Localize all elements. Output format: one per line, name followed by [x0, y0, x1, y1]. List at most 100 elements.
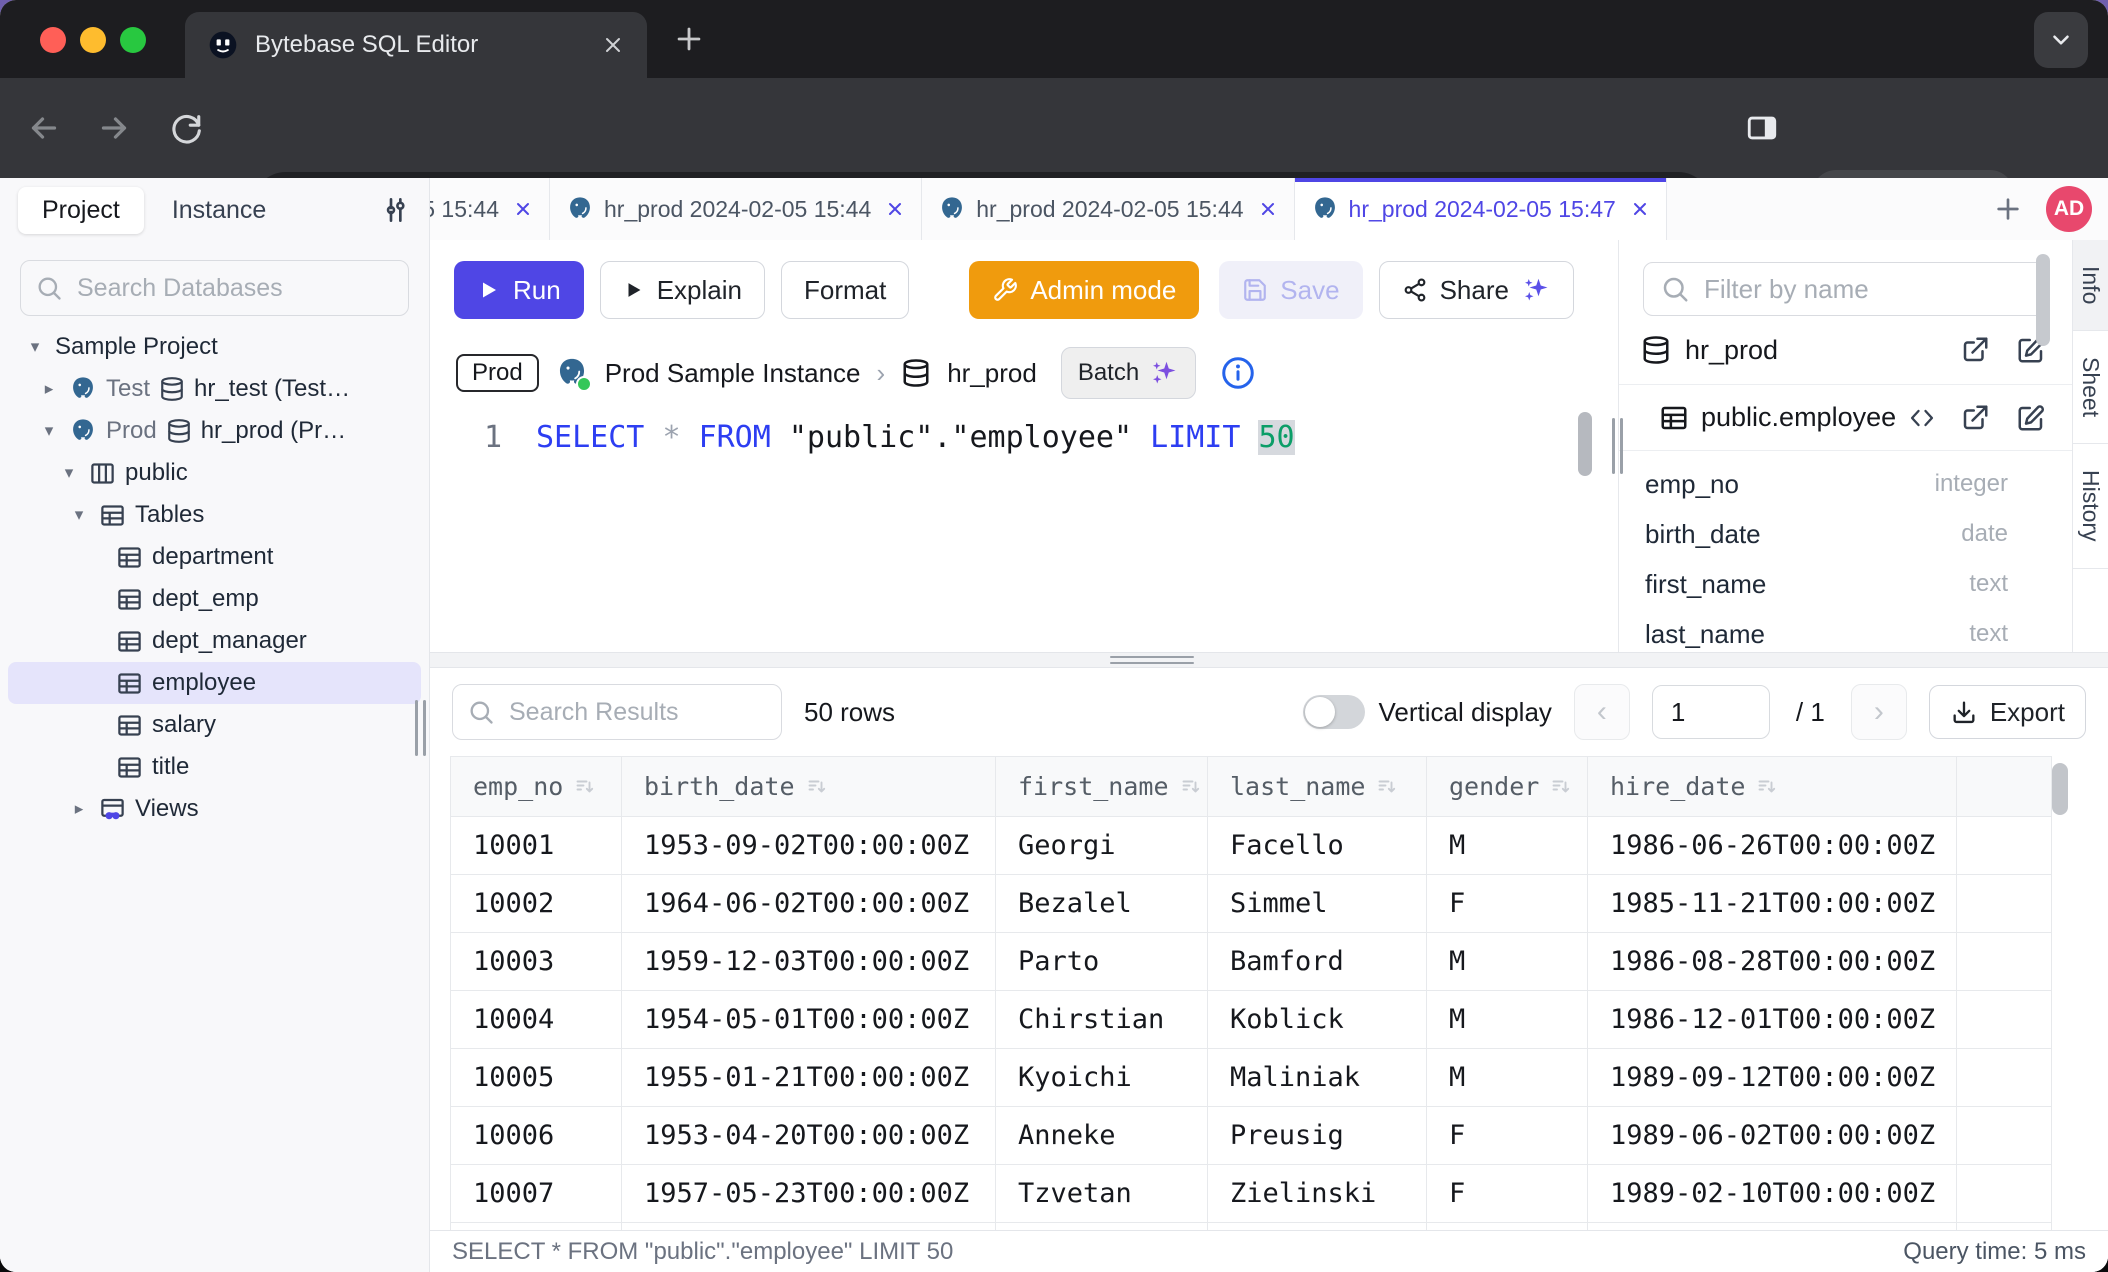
results-scrollbar[interactable] — [2052, 763, 2068, 815]
sort-icon[interactable] — [573, 775, 597, 799]
column-header-emp_no[interactable]: emp_no — [451, 757, 622, 817]
new-browser-tab-icon[interactable] — [672, 22, 706, 56]
sidebar-resize-handle[interactable] — [415, 700, 426, 756]
connection-info-icon[interactable] — [1220, 355, 1256, 391]
tree-item-title[interactable]: title — [8, 746, 421, 788]
sort-icon[interactable] — [1179, 775, 1203, 799]
sort-icon[interactable] — [1375, 775, 1399, 799]
page-input[interactable] — [1652, 685, 1770, 739]
batch-button[interactable]: Batch — [1061, 347, 1196, 399]
rail-tab-history[interactable]: History — [2073, 444, 2108, 569]
prev-page-button[interactable]: ‹ — [1574, 684, 1630, 740]
chevron-down-icon[interactable]: ▾ — [38, 421, 60, 441]
tree-item-department[interactable]: department — [8, 536, 421, 578]
admin-mode-button[interactable]: Admin mode — [969, 261, 1199, 319]
editor-tab[interactable]: hr_prod 2024-02-05 15:47 — [1295, 178, 1667, 240]
rail-tab-sheet[interactable]: Sheet — [2073, 331, 2108, 444]
table-row[interactable]: 100021964-06-02T00:00:00ZBezalelSimmelF1… — [451, 875, 2052, 933]
run-button[interactable]: Run — [454, 261, 584, 319]
side-panel-icon[interactable] — [1736, 102, 1788, 154]
new-query-tab-icon[interactable] — [1978, 193, 2038, 225]
tab-instance[interactable]: Instance — [172, 196, 267, 225]
sort-icon[interactable] — [1755, 775, 1779, 799]
forward-button[interactable] — [88, 102, 140, 154]
column-header-gender[interactable]: gender — [1427, 757, 1588, 817]
table-row[interactable]: 100061953-04-20T00:00:00ZAnnekePreusigF1… — [451, 1107, 2052, 1165]
browser-tab[interactable]: Bytebase SQL Editor — [185, 12, 647, 78]
column-header-first_name[interactable]: first_name — [996, 757, 1208, 817]
close-icon[interactable] — [885, 199, 905, 219]
tree-item-employee[interactable]: employee — [8, 662, 421, 704]
sidebar-settings-icon[interactable] — [379, 194, 411, 226]
editor-tab[interactable]: hr_prod 2024-02-05 15:44 — [550, 178, 922, 240]
vertical-display-toggle[interactable] — [1303, 695, 1365, 729]
format-button[interactable]: Format — [781, 261, 909, 319]
tab-search-button[interactable] — [2034, 12, 2088, 68]
chevron-down-icon[interactable]: ▾ — [24, 337, 46, 357]
download-icon — [1950, 698, 1978, 726]
table-row[interactable]: 100071957-05-23T00:00:00ZTzvetanZielinsk… — [451, 1165, 2052, 1223]
schema-filter-input[interactable] — [1702, 273, 2031, 306]
sql-editor[interactable]: 1 SELECT * FROM "public"."employee" LIMI… — [430, 406, 1618, 652]
chevron-down-icon[interactable]: ▾ — [68, 505, 90, 525]
table-row[interactable]: 100051955-01-21T00:00:00ZKyoichiMaliniak… — [451, 1049, 2052, 1107]
back-button[interactable] — [18, 102, 70, 154]
editor-results-divider[interactable] — [430, 652, 2108, 668]
edit-icon[interactable] — [2016, 403, 2046, 433]
tree-item-dept_emp[interactable]: dept_emp — [8, 578, 421, 620]
table-row[interactable]: 100031959-12-03T00:00:00ZPartoBamfordM19… — [451, 933, 2052, 991]
save-button[interactable]: Save — [1219, 261, 1362, 319]
close-window-button[interactable] — [40, 27, 66, 53]
tree-item-hr_test-test-[interactable]: ▸Testhr_test (Test… — [8, 368, 421, 410]
results-search-input[interactable] — [507, 697, 767, 728]
schema-table-row[interactable]: public.employee — [1619, 385, 2072, 451]
schema-filter[interactable] — [1643, 262, 2048, 316]
open-external-icon[interactable] — [1960, 335, 1990, 365]
chevron-right-icon[interactable]: ▸ — [68, 799, 90, 819]
tree-item-dept_manager[interactable]: dept_manager — [8, 620, 421, 662]
next-page-button[interactable]: › — [1851, 684, 1907, 740]
code-icon[interactable] — [1908, 404, 1936, 432]
results-search[interactable] — [452, 684, 782, 740]
instance-name[interactable]: Prod Sample Instance — [605, 358, 861, 389]
tree-item-salary[interactable]: salary — [8, 704, 421, 746]
column-list-scrollbar[interactable] — [2036, 254, 2050, 346]
explain-button[interactable]: Explain — [600, 261, 765, 319]
column-header-birth_date[interactable]: birth_date — [622, 757, 996, 817]
sort-icon[interactable] — [805, 775, 829, 799]
tree-item-tables[interactable]: ▾Tables — [8, 494, 421, 536]
tab-project[interactable]: Project — [18, 187, 144, 234]
database-search[interactable] — [20, 260, 409, 316]
editor-tab[interactable]: 5 15:44 — [430, 178, 550, 240]
share-button[interactable]: Share — [1379, 261, 1574, 319]
rail-tab-info[interactable]: Info — [2073, 240, 2108, 331]
open-external-icon[interactable] — [1960, 403, 1990, 433]
column-header-hire_date[interactable]: hire_date — [1588, 757, 1957, 817]
table-row[interactable]: 100011953-09-02T00:00:00ZGeorgiFacelloM1… — [451, 817, 2052, 875]
editor-tab[interactable]: hr_prod 2024-02-05 15:44 — [922, 178, 1294, 240]
column-header-last_name[interactable]: last_name — [1208, 757, 1427, 817]
tree-item-hr_prod-pr-[interactable]: ▾Prodhr_prod (Pr… — [8, 410, 421, 452]
maximize-window-button[interactable] — [120, 27, 146, 53]
minimize-window-button[interactable] — [80, 27, 106, 53]
table-cell: Zielinski — [1208, 1165, 1427, 1223]
editor-scrollbar[interactable] — [1578, 412, 1592, 476]
browser-tab-close-icon[interactable] — [601, 33, 625, 57]
reload-button[interactable] — [160, 102, 212, 154]
avatar[interactable]: AD — [2046, 186, 2092, 232]
divider-handle[interactable] — [1110, 656, 1194, 664]
schema-database-row[interactable]: hr_prod — [1619, 316, 2072, 385]
table-row[interactable]: 100041954-05-01T00:00:00ZChirstianKoblic… — [451, 991, 2052, 1049]
close-icon[interactable] — [1258, 199, 1278, 219]
close-icon[interactable] — [1630, 199, 1650, 219]
export-button[interactable]: Export — [1929, 685, 2086, 739]
tree-item-public[interactable]: ▾public — [8, 452, 421, 494]
close-icon[interactable] — [513, 199, 533, 219]
chevron-right-icon[interactable]: ▸ — [38, 379, 60, 399]
chevron-down-icon[interactable]: ▾ — [58, 463, 80, 483]
database-search-input[interactable] — [75, 273, 394, 304]
tree-item-views[interactable]: ▸Views — [8, 788, 421, 830]
database-name[interactable]: hr_prod — [947, 358, 1037, 389]
sort-icon[interactable] — [1549, 775, 1573, 799]
tree-item-sample-project[interactable]: ▾Sample Project — [8, 326, 421, 368]
